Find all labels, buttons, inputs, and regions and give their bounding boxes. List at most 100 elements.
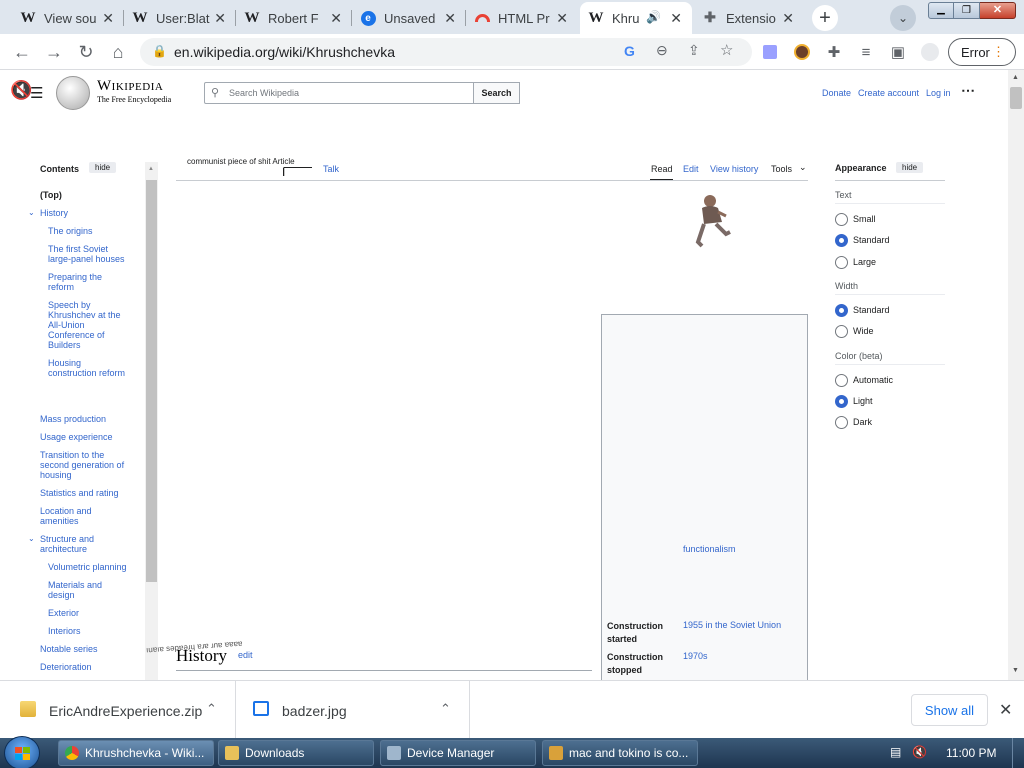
close-tab-icon[interactable]: ✕ [782, 10, 794, 27]
profile-icon[interactable] [920, 42, 940, 62]
bookmark-star-icon[interactable]: ☆ [720, 41, 733, 59]
address-bar[interactable]: 🔒 en.wikipedia.org/wiki/Khrushchevka G ⊖… [140, 38, 752, 66]
share-icon[interactable]: ⇪ [688, 42, 700, 59]
tab-search-button[interactable]: ⌄ [890, 5, 916, 31]
network-icon[interactable]: ▤ [890, 745, 901, 759]
toc-item[interactable]: Volumetric planning [48, 562, 127, 572]
chevron-up-icon[interactable]: ⌃ [440, 701, 451, 717]
lock-icon[interactable]: 🔒 [152, 44, 167, 58]
browser-tab[interactable]: W Robert F ✕ [236, 2, 352, 34]
taskbar-item-downloads[interactable]: Downloads [218, 740, 374, 766]
google-lens-icon[interactable]: G [624, 43, 635, 59]
taskbar-item-chrome[interactable]: Khrushchevka - Wiki... [58, 740, 214, 766]
color-light-radio[interactable] [835, 395, 848, 408]
toc-item[interactable]: Materials and design [48, 580, 118, 600]
article-tab[interactable]: communist piece of shit Article [187, 157, 295, 166]
close-tab-icon[interactable]: ✕ [214, 10, 226, 27]
toc-item[interactable]: Exterior [48, 608, 79, 618]
text-large-radio[interactable] [835, 256, 848, 269]
new-tab-button[interactable]: + [812, 5, 838, 31]
system-clock[interactable]: 11:00 PM [946, 746, 996, 760]
browser-tab-active[interactable]: W Khru 🔊 ✕ [580, 2, 692, 34]
browser-tab[interactable]: W User:Blat ✕ [124, 2, 236, 34]
profile-error-button[interactable]: Error ⋮ [948, 38, 1016, 66]
toc-item[interactable]: Statistics and rating [40, 488, 119, 498]
color-dark-radio[interactable] [835, 416, 848, 429]
home-icon[interactable]: ⌂ [106, 40, 130, 64]
download-item[interactable]: badzer.jpg ⌃ [236, 681, 470, 739]
toc-item[interactable]: Speech by Khrushchev at the All-Union Co… [48, 300, 132, 350]
toc-item[interactable]: Deterioration [40, 662, 92, 672]
width-wide-radio[interactable] [835, 325, 848, 338]
extension-icon[interactable] [760, 42, 780, 62]
infobox-value-link[interactable]: 1970s [683, 651, 708, 661]
close-tab-icon[interactable]: ✕ [444, 10, 456, 27]
side-panel-icon[interactable]: ▣ [888, 42, 908, 62]
show-all-button[interactable]: Show all [911, 694, 988, 726]
page-scrollbar-thumb[interactable] [1010, 87, 1022, 109]
toc-item[interactable]: Housing construction reform [48, 358, 132, 378]
toc-item[interactable]: Notable series [40, 644, 98, 654]
donate-link[interactable]: Donate [822, 88, 851, 98]
color-automatic-radio[interactable] [835, 374, 848, 387]
section-edit-link[interactable]: edit [238, 650, 253, 660]
search-button[interactable]: Search [473, 82, 520, 104]
view-history-tab[interactable]: View history [710, 164, 758, 174]
wordmark[interactable]: Wikipedia [97, 78, 163, 95]
close-tab-icon[interactable]: ✕ [670, 10, 682, 27]
infobox-value-link[interactable]: 1955 in the Soviet Union [683, 620, 781, 630]
chevron-down-icon[interactable]: ⌄ [28, 208, 35, 217]
hide-appearance-button[interactable]: hide [896, 162, 924, 173]
toc-item[interactable]: Interiors [48, 626, 81, 636]
back-arrow-icon[interactable]: ← [10, 40, 34, 64]
chevron-up-icon[interactable]: ⌃ [206, 701, 217, 717]
close-tab-icon[interactable]: ✕ [330, 10, 342, 27]
toc-item[interactable]: Usage experience [40, 432, 113, 442]
page-scrollbar[interactable]: ▲ ▼ [1008, 70, 1024, 680]
close-window-button[interactable]: ✕ [980, 2, 1016, 19]
media-control-icon[interactable]: ≡ [856, 42, 876, 62]
more-options-icon[interactable]: ⋯ [961, 82, 975, 99]
hide-contents-button[interactable]: hide [89, 162, 117, 173]
reload-icon[interactable]: ↻ [74, 40, 98, 64]
browser-tab[interactable]: W View sou ✕ [12, 2, 124, 34]
forward-arrow-icon[interactable]: → [42, 40, 66, 64]
read-tab[interactable]: Read [651, 164, 673, 174]
edit-tab[interactable]: Edit [683, 164, 699, 174]
login-link[interactable]: Log in [926, 88, 951, 98]
talk-tab[interactable]: Talk [323, 164, 339, 174]
close-tab-icon[interactable]: ✕ [556, 10, 568, 27]
main-menu-icon[interactable]: ☰ [30, 84, 43, 102]
width-standard-radio[interactable] [835, 304, 848, 317]
show-desktop-button[interactable] [1012, 738, 1024, 768]
toc-item[interactable]: Location and amenities [40, 506, 110, 526]
chevron-down-icon[interactable]: ⌄ [28, 534, 35, 543]
chevron-down-icon[interactable]: ⌄ [799, 162, 807, 173]
toc-item[interactable]: History [40, 208, 68, 218]
avatar-extension-icon[interactable] [792, 42, 812, 62]
browser-tab[interactable]: HTML Pr ✕ [466, 2, 578, 34]
browser-tab[interactable]: ✚ Extensio ✕ [694, 2, 804, 34]
maximize-button[interactable]: ❐ [954, 2, 980, 19]
search-input[interactable]: ⚲ Search Wikipedia [204, 82, 474, 104]
wikipedia-globe-logo[interactable] [56, 76, 90, 110]
audio-playing-icon[interactable]: 🔊 [646, 10, 661, 24]
start-button[interactable] [4, 736, 40, 768]
browser-tab[interactable]: e Unsaved ✕ [352, 2, 466, 34]
download-item[interactable]: EricAndreExperience.zip ⌃ [0, 681, 236, 739]
tools-menu[interactable]: Tools [771, 164, 792, 174]
toc-scrollbar-thumb[interactable] [146, 180, 157, 582]
create-account-link[interactable]: Create account [858, 88, 919, 98]
toc-item[interactable]: The first Soviet large-panel houses [48, 244, 132, 264]
close-download-bar-icon[interactable]: ✕ [999, 700, 1012, 720]
toc-item[interactable]: Preparing the reform [48, 272, 118, 292]
scroll-up-icon[interactable]: ▲ [1012, 74, 1019, 81]
functionalism-link[interactable]: functionalism [683, 544, 736, 554]
toc-item[interactable]: Structure and architecture [40, 534, 110, 554]
text-small-radio[interactable] [835, 213, 848, 226]
toc-scrollbar[interactable]: ▲ [145, 162, 158, 680]
volume-muted-icon[interactable]: 🔇 [912, 745, 927, 759]
kebab-menu-icon[interactable]: ⋮ [992, 44, 1005, 60]
minimize-button[interactable]: ▁ [928, 2, 954, 19]
close-tab-icon[interactable]: ✕ [102, 10, 114, 27]
